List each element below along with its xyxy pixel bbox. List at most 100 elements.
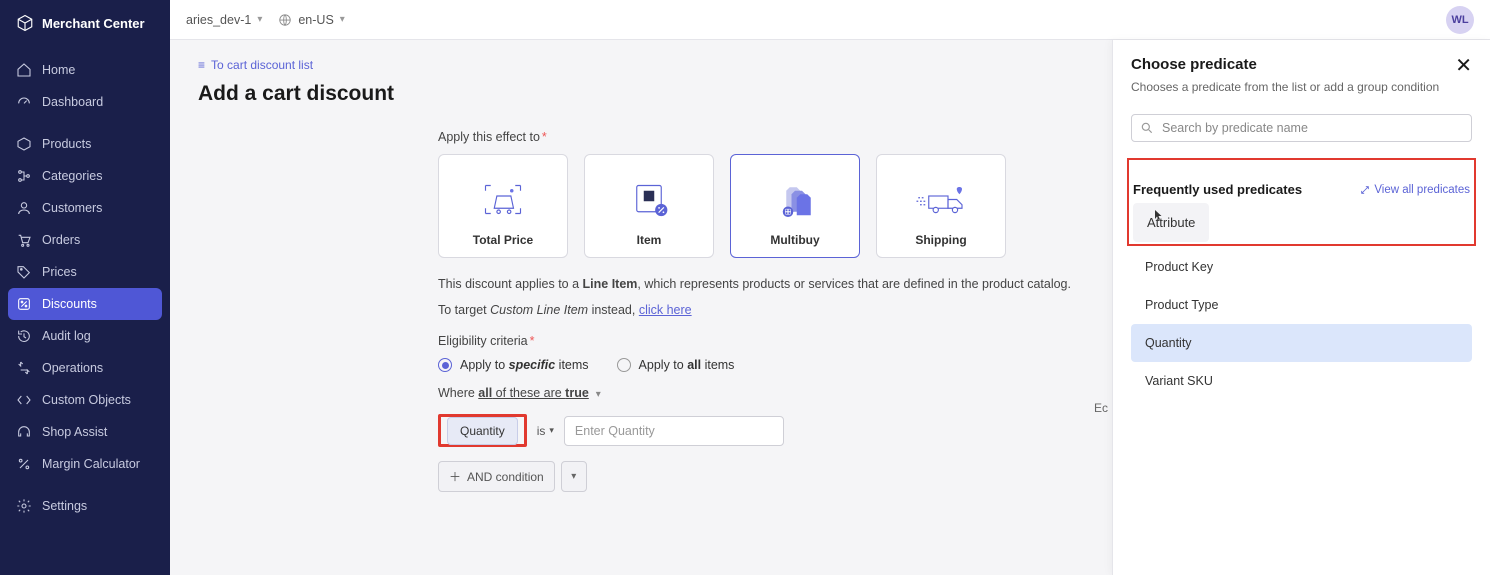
user-icon: [16, 200, 32, 216]
project-name: aries_dev-1: [186, 13, 251, 27]
expand-icon: [1360, 185, 1370, 195]
frequently-used-title: Frequently used predicates: [1133, 182, 1302, 197]
effect-caption: Shipping: [915, 233, 966, 247]
sidebar-item-margin-calculator[interactable]: Margin Calculator: [0, 448, 170, 480]
avatar[interactable]: WL: [1446, 6, 1474, 34]
home-icon: [16, 62, 32, 78]
custom-line-item-text: To target Custom Line Item instead, clic…: [438, 300, 1078, 320]
predicate-product-key[interactable]: Product Key: [1131, 248, 1472, 286]
arrows-icon: [16, 360, 32, 376]
chevron-down-icon: ▾: [549, 425, 554, 436]
sidebar-item-label: Prices: [42, 265, 77, 279]
radio-all-items[interactable]: Apply to all items: [617, 358, 735, 372]
effect-item[interactable]: Item: [584, 154, 714, 258]
and-condition-button[interactable]: ＋ AND condition: [438, 461, 555, 492]
locale-name: en-US: [298, 13, 333, 27]
search-icon: [1140, 121, 1154, 135]
apply-effect-label: Apply this effect to*: [438, 130, 1078, 144]
effect-shipping[interactable]: Shipping: [876, 154, 1006, 258]
predicate-quantity[interactable]: Quantity: [1131, 324, 1472, 362]
sidebar-item-dashboard[interactable]: Dashboard: [0, 86, 170, 118]
predicate-attribute[interactable]: Attribute: [1133, 203, 1209, 242]
chevron-down-icon: ▾: [340, 14, 345, 25]
sidebar-item-label: Shop Assist: [42, 425, 107, 439]
quantity-input[interactable]: Enter Quantity: [564, 416, 784, 446]
tree-icon: [16, 168, 32, 184]
and-condition-dropdown[interactable]: ▾: [561, 461, 587, 492]
sidebar-item-orders[interactable]: Orders: [0, 224, 170, 256]
globe-icon: [278, 13, 292, 27]
effect-cards: Total Price Item: [438, 154, 1078, 258]
locale-selector[interactable]: en-US ▾: [278, 13, 344, 27]
tag-icon: [16, 264, 32, 280]
topbar: aries_dev-1 ▾ en-US ▾ WL: [170, 0, 1490, 40]
sidebar-item-customers[interactable]: Customers: [0, 192, 170, 224]
headset-icon: [16, 424, 32, 440]
sidebar-item-discounts[interactable]: Discounts: [8, 288, 162, 320]
predicate-variant-sku[interactable]: Variant SKU: [1131, 362, 1472, 400]
brand-label: Merchant Center: [42, 16, 145, 31]
close-icon[interactable]: ✕: [1455, 56, 1472, 76]
effect-total-price[interactable]: Total Price: [438, 154, 568, 258]
radio-specific-items[interactable]: Apply to specific items: [438, 358, 589, 372]
sidebar-item-operations[interactable]: Operations: [0, 352, 170, 384]
highlight-box: Frequently used predicates View all pred…: [1127, 158, 1476, 246]
panel-subtitle: Chooses a predicate from the list or add…: [1131, 80, 1472, 94]
sidebar: Merchant Center Home Dashboard Products …: [0, 0, 170, 575]
truncated-text: Ec: [1094, 401, 1108, 415]
discount-icon: [16, 296, 32, 312]
multibuy-icon: [760, 173, 830, 225]
brand[interactable]: Merchant Center: [0, 0, 170, 46]
project-selector[interactable]: aries_dev-1 ▾: [186, 13, 262, 27]
predicate-panel: Choose predicate ✕ Chooses a predicate f…: [1112, 40, 1490, 575]
effect-multibuy[interactable]: Multibuy: [730, 154, 860, 258]
panel-title: Choose predicate: [1131, 56, 1257, 73]
chevron-down-icon: ▾: [257, 14, 262, 25]
sidebar-item-settings[interactable]: Settings: [0, 490, 170, 522]
sidebar-item-label: Home: [42, 63, 75, 77]
sidebar-item-label: Custom Objects: [42, 393, 131, 407]
sidebar-item-shop-assist[interactable]: Shop Assist: [0, 416, 170, 448]
sidebar-item-products[interactable]: Products: [0, 128, 170, 160]
history-icon: [16, 328, 32, 344]
cursor-icon: [1153, 209, 1165, 221]
sidebar-item-label: Customers: [42, 201, 102, 215]
sidebar-item-custom-objects[interactable]: Custom Objects: [0, 384, 170, 416]
percent-icon: [16, 456, 32, 472]
sidebar-item-label: Categories: [42, 169, 102, 183]
total-price-icon: [468, 173, 538, 225]
sidebar-item-audit-log[interactable]: Audit log: [0, 320, 170, 352]
chevron-down-icon: ▾: [596, 389, 601, 400]
sidebar-item-label: Discounts: [42, 297, 97, 311]
effect-caption: Item: [637, 233, 662, 247]
sidebar-item-home[interactable]: Home: [0, 54, 170, 86]
gauge-icon: [16, 94, 32, 110]
where-clause[interactable]: Where all of these are true ▾: [438, 386, 1078, 400]
sidebar-item-label: Audit log: [42, 329, 91, 343]
eligibility-criteria-label: Eligibility criteria*: [438, 334, 1078, 348]
code-icon: [16, 392, 32, 408]
view-all-predicates-link[interactable]: View all predicates: [1360, 184, 1470, 196]
highlight-box: Quantity: [438, 414, 527, 447]
list-icon: ≡: [198, 58, 205, 72]
gear-icon: [16, 498, 32, 514]
cart-icon: [16, 232, 32, 248]
predicate-search-input[interactable]: Search by predicate name: [1131, 114, 1472, 142]
operator-selector[interactable]: is ▾: [537, 424, 554, 438]
condition-row: Quantity is ▾ Enter Quantity: [438, 414, 1078, 447]
sidebar-item-categories[interactable]: Categories: [0, 160, 170, 192]
cube-icon: [16, 14, 34, 32]
and-condition-row: ＋ AND condition ▾: [438, 461, 1078, 492]
condition-field-pill[interactable]: Quantity: [447, 417, 518, 445]
predicate-product-type[interactable]: Product Type: [1131, 286, 1472, 324]
click-here-link[interactable]: click here: [639, 303, 692, 317]
sidebar-item-prices[interactable]: Prices: [0, 256, 170, 288]
sidebar-item-label: Products: [42, 137, 91, 151]
sidebar-item-label: Margin Calculator: [42, 457, 140, 471]
item-icon: [614, 173, 684, 225]
sidebar-item-label: Operations: [42, 361, 103, 375]
nav: Home Dashboard Products Categories Custo…: [0, 46, 170, 522]
breadcrumb-label: To cart discount list: [211, 58, 313, 72]
sidebar-item-label: Dashboard: [42, 95, 103, 109]
predicate-list: Product Key Product Type Quantity Varian…: [1131, 248, 1472, 400]
